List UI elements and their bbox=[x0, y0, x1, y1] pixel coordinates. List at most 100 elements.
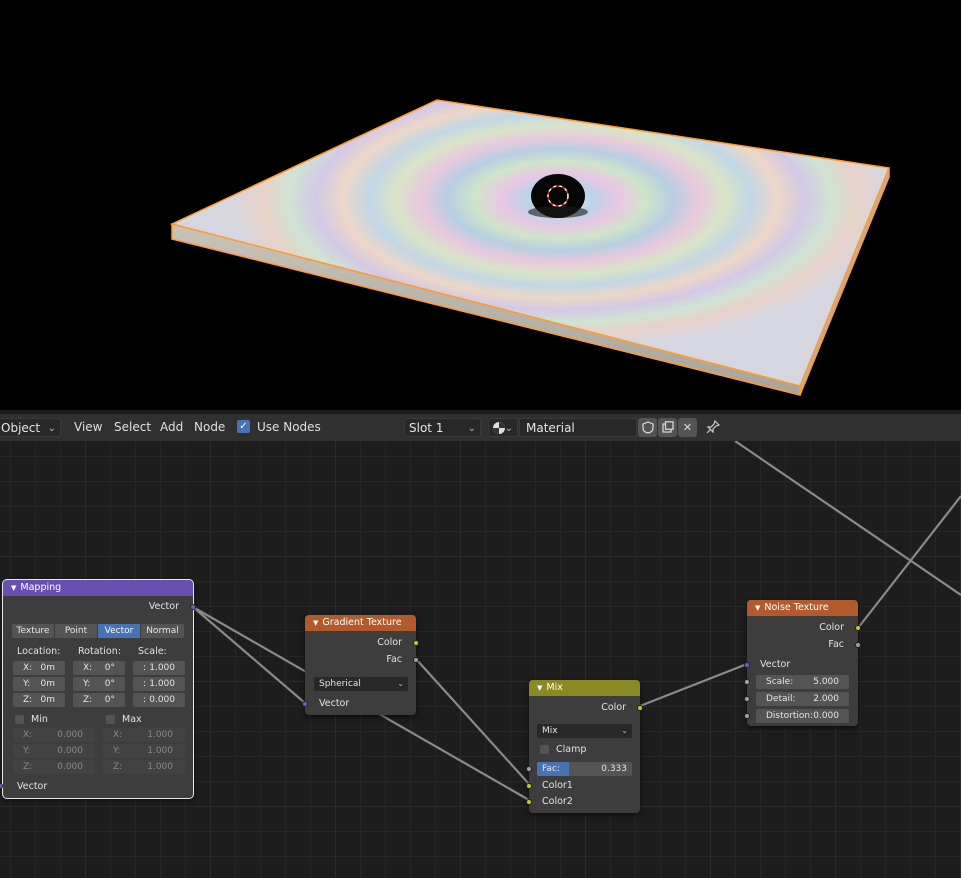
clamp-label: Clamp bbox=[556, 744, 587, 755]
menu-select[interactable]: Select bbox=[114, 418, 151, 437]
type-vector-button[interactable]: Vector bbox=[98, 624, 140, 638]
scale-field[interactable]: :1.000 bbox=[133, 677, 185, 691]
scale-label: Scale: bbox=[138, 646, 167, 657]
link-noise-color-out bbox=[857, 495, 961, 629]
collapse-triangle-icon[interactable]: ▼ bbox=[537, 684, 542, 692]
gradient-fac-output-socket[interactable] bbox=[413, 657, 419, 663]
slot-label: Slot 1 bbox=[409, 421, 444, 435]
noise-distortion-input-socket[interactable] bbox=[744, 713, 750, 719]
mix-color1-input-socket[interactable] bbox=[526, 783, 532, 789]
axis-label: Z: bbox=[83, 695, 93, 705]
mapping-vector-output-socket[interactable] bbox=[190, 604, 196, 610]
mix-blend-dropdown[interactable]: Mix ⌄ bbox=[537, 724, 632, 738]
type-point-button[interactable]: Point bbox=[55, 624, 97, 638]
mix-fac-input-socket[interactable] bbox=[526, 766, 532, 772]
max-field[interactable]: Y: 1.000 bbox=[103, 744, 185, 758]
fac-slider[interactable]: Fac: 0.333 bbox=[537, 762, 632, 776]
axis-value: 1.000 bbox=[149, 679, 175, 689]
type-normal-button[interactable]: Normal bbox=[141, 624, 184, 638]
fac-label: Fac: bbox=[542, 764, 560, 774]
noise-color-output-socket[interactable] bbox=[855, 625, 861, 631]
min-field[interactable]: Z: 0.000 bbox=[13, 760, 95, 774]
axis-value: 0.000 bbox=[57, 746, 83, 756]
gradient-vector-input-label: Vector bbox=[319, 698, 350, 709]
close-icon[interactable]: ✕ bbox=[678, 418, 697, 437]
mix-color2-input-socket[interactable] bbox=[526, 799, 532, 805]
mix-color-output-socket[interactable] bbox=[637, 705, 643, 711]
axis-label: Y: bbox=[23, 746, 31, 756]
use-nodes-label: Use Nodes bbox=[257, 420, 321, 434]
min-label: Min bbox=[31, 714, 48, 725]
noise-fac-output-socket[interactable] bbox=[855, 642, 861, 648]
collapse-triangle-icon[interactable]: ▼ bbox=[755, 604, 760, 612]
mode-dropdown[interactable]: Object ⌄ bbox=[0, 418, 61, 437]
gradient-type-dropdown[interactable]: Spherical ⌄ bbox=[314, 677, 408, 691]
axis-value: 0° bbox=[104, 695, 115, 705]
mix-color2-label: Color2 bbox=[542, 796, 573, 807]
noise-detail-field[interactable]: Detail: 2.000 bbox=[756, 692, 849, 706]
noise-scale-field[interactable]: Scale: 5.000 bbox=[756, 675, 849, 689]
min-field[interactable]: Y: 0.000 bbox=[13, 744, 95, 758]
mix-node-header[interactable]: ▼ Mix bbox=[529, 680, 640, 696]
menu-view[interactable]: View bbox=[74, 418, 102, 437]
scale-field[interactable]: :1.000 bbox=[133, 661, 185, 675]
axis-label: Z: bbox=[23, 695, 33, 705]
gradient-texture-node[interactable]: ▼ Gradient Texture Color Fac Spherical ⌄ … bbox=[302, 615, 419, 715]
menu-add[interactable]: Add bbox=[160, 418, 183, 437]
location-field[interactable]: Y: 0m bbox=[13, 677, 65, 691]
mapping-output-label: Vector bbox=[148, 601, 179, 612]
rotation-field[interactable]: Y: 0° bbox=[73, 677, 125, 691]
gradient-color-output-socket[interactable] bbox=[413, 640, 419, 646]
gradient-vector-input-socket[interactable] bbox=[302, 701, 308, 707]
collapse-triangle-icon[interactable]: ▼ bbox=[11, 584, 16, 592]
mapping-node-header[interactable]: ▼ Mapping bbox=[3, 580, 193, 596]
max-field[interactable]: X: 1.000 bbox=[103, 728, 185, 742]
node-editor-canvas[interactable]: ▼ Mapping Vector Texture Point Vector Nor… bbox=[0, 441, 961, 878]
rotation-field[interactable]: X: 0° bbox=[73, 661, 125, 675]
noise-vector-input-socket[interactable] bbox=[744, 662, 750, 668]
max-checkbox[interactable] bbox=[106, 715, 115, 724]
material-name: Material bbox=[526, 421, 575, 435]
duplicate-icon[interactable] bbox=[658, 418, 677, 437]
axis-label: : bbox=[143, 663, 147, 673]
chevron-down-icon: ⌄ bbox=[621, 726, 628, 735]
pin-icon[interactable] bbox=[706, 418, 722, 437]
noise-distortion-field[interactable]: Distortion: 0.000 bbox=[756, 709, 849, 723]
clamp-checkbox[interactable] bbox=[540, 745, 549, 754]
axis-label: Z: bbox=[23, 762, 33, 772]
min-field[interactable]: X: 0.000 bbox=[13, 728, 95, 742]
axis-label: X: bbox=[23, 663, 33, 673]
scale-field[interactable]: :0.000 bbox=[133, 693, 185, 707]
slot-dropdown[interactable]: Slot 1 ⌄ bbox=[404, 418, 481, 437]
noise-scale-value: 5.000 bbox=[813, 677, 839, 687]
noise-detail-value: 2.000 bbox=[813, 694, 839, 704]
noise-node-header[interactable]: ▼ Noise Texture bbox=[747, 600, 858, 616]
mapping-vector-input-socket[interactable] bbox=[0, 783, 3, 789]
fake-user-shield-icon[interactable] bbox=[638, 418, 657, 437]
use-nodes-checkbox[interactable]: ✓ bbox=[237, 420, 250, 433]
menu-node[interactable]: Node bbox=[194, 418, 225, 437]
rotation-field[interactable]: Z: 0° bbox=[73, 693, 125, 707]
noise-distortion-value: 0.000 bbox=[813, 711, 839, 721]
noise-texture-node[interactable]: ▼ Noise Texture Color Fac Vector Scale: 5… bbox=[744, 600, 861, 726]
mapping-node[interactable]: ▼ Mapping Vector Texture Point Vector Nor… bbox=[0, 579, 196, 799]
material-name-field[interactable]: Material bbox=[519, 418, 637, 437]
type-texture-button[interactable]: Texture bbox=[12, 624, 54, 638]
location-field[interactable]: Z: 0m bbox=[13, 693, 65, 707]
axis-value: 0° bbox=[104, 663, 115, 673]
mix-node[interactable]: ▼ Mix Color Mix ⌄ Clamp Fac: 0.333 Color1… bbox=[526, 680, 643, 813]
axis-value: 0.000 bbox=[149, 695, 175, 705]
collapse-triangle-icon[interactable]: ▼ bbox=[313, 619, 318, 627]
min-checkbox[interactable] bbox=[15, 715, 24, 724]
chevron-down-icon: ⌄ bbox=[397, 679, 404, 688]
noise-detail-input-socket[interactable] bbox=[744, 696, 750, 702]
location-field[interactable]: X: 0m bbox=[13, 661, 65, 675]
material-browse-button[interactable]: ⌄ bbox=[488, 418, 518, 437]
mix-color1-label: Color1 bbox=[542, 780, 573, 791]
max-field[interactable]: Z: 1.000 bbox=[103, 760, 185, 774]
chevron-down-icon: ⌄ bbox=[467, 423, 476, 434]
fac-value: 0.333 bbox=[601, 764, 627, 774]
gradient-node-header[interactable]: ▼ Gradient Texture bbox=[305, 615, 416, 631]
3d-viewport[interactable] bbox=[0, 0, 961, 410]
noise-scale-input-socket[interactable] bbox=[744, 679, 750, 685]
